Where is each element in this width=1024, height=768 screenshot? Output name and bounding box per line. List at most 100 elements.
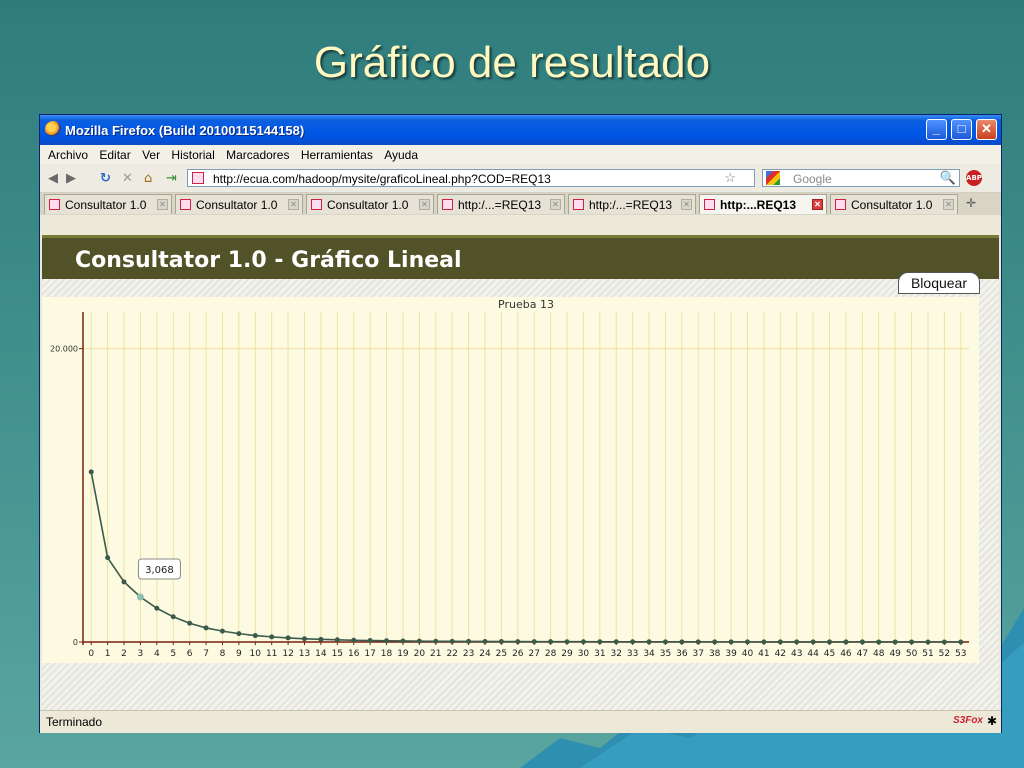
bookmark-arrow-icon[interactable]: ⇥	[166, 170, 177, 187]
menu-historial[interactable]: Historial	[171, 148, 214, 162]
data-point	[466, 638, 472, 644]
x-tick-label: 14	[315, 649, 327, 659]
data-point	[136, 593, 144, 601]
tab-list-icon[interactable]: ✛	[966, 196, 976, 210]
x-tick-label: 15	[332, 649, 343, 659]
data-point	[597, 639, 603, 645]
chart-title: Prueba 13	[498, 298, 554, 311]
data-point	[482, 638, 488, 644]
x-tick-label: 39	[725, 649, 737, 659]
home-icon[interactable]: ⌂	[144, 170, 152, 187]
adblock-icon[interactable]: ABP	[966, 170, 982, 186]
forward-arrow-icon[interactable]: ▶	[66, 170, 76, 187]
data-point	[384, 638, 390, 644]
menu-herramientas[interactable]: Herramientas	[301, 148, 373, 162]
tab-close-icon[interactable]: ✕	[943, 199, 954, 210]
x-tick-label: 6	[187, 649, 193, 659]
x-tick-label: 28	[545, 649, 557, 659]
menu-editar[interactable]: Editar	[99, 148, 130, 162]
tab-close-icon[interactable]: ✕	[419, 199, 430, 210]
tab-close-icon[interactable]: ✕	[157, 199, 168, 210]
tab-favicon-icon	[180, 199, 191, 210]
data-point	[302, 636, 307, 642]
x-tick-label: 25	[496, 649, 507, 659]
data-point	[416, 638, 422, 644]
tab-label: Consultator 1.0	[65, 198, 147, 212]
tab-4[interactable]: http:/...=REQ13 ✕	[437, 194, 565, 214]
tab-7[interactable]: Consultator 1.0 ✕	[830, 194, 958, 214]
x-tick-label: 2	[121, 649, 127, 659]
data-point	[630, 639, 636, 645]
close-button[interactable]: ✕	[976, 119, 997, 140]
tab-label: Consultator 1.0	[196, 198, 278, 212]
tab-2[interactable]: Consultator 1.0 ✕	[175, 194, 303, 214]
x-tick-label: 27	[528, 649, 539, 659]
reload-icon[interactable]: ↻	[100, 170, 111, 187]
x-tick-label: 17	[364, 649, 375, 659]
data-point	[170, 614, 176, 620]
data-point	[367, 638, 373, 644]
x-tick-label: 45	[824, 649, 835, 659]
slide-title: Gráfico de resultado	[313, 38, 711, 87]
data-point	[876, 639, 882, 645]
x-tick-label: 16	[348, 649, 360, 659]
page-content: Consultator 1.0 - Gráfico Lineal Bloquea…	[42, 235, 999, 710]
tab-close-icon[interactable]: ✕	[681, 199, 692, 210]
menu-marcadores[interactable]: Marcadores	[226, 148, 289, 162]
bug-icon[interactable]: ✱	[987, 714, 997, 728]
x-tick-label: 43	[791, 649, 802, 659]
menu-archivo[interactable]: Archivo	[48, 148, 88, 162]
stop-icon[interactable]: ✕	[122, 170, 133, 187]
x-tick-label: 48	[873, 649, 885, 659]
bookmark-star-icon[interactable]: ☆	[724, 170, 736, 186]
x-tick-label: 9	[236, 649, 242, 659]
tab-1[interactable]: Consultator 1.0 ✕	[44, 194, 172, 214]
y-tick-label: 0	[73, 638, 78, 647]
tab-5[interactable]: http:/...=REQ13 ✕	[568, 194, 696, 214]
data-point	[941, 639, 947, 645]
data-point	[351, 637, 357, 643]
url-field[interactable]: http://ecua.com/hadoop/mysite/graficoLin…	[187, 169, 755, 187]
data-point	[334, 637, 340, 643]
x-tick-label: 46	[840, 649, 852, 659]
search-field[interactable]: Google 🔍	[762, 169, 960, 187]
minimize-button[interactable]: _	[926, 119, 947, 140]
x-tick-label: 21	[430, 649, 441, 659]
tab-close-icon[interactable]: ✕	[288, 199, 299, 210]
s3fox-addon-icon[interactable]: S3Fox	[953, 715, 983, 726]
data-point	[909, 639, 915, 645]
browser-window: Mozilla Firefox (Build 20100115144158) _…	[39, 114, 1002, 733]
tab-bar: Consultator 1.0 ✕ Consultator 1.0 ✕ Consul…	[40, 193, 1001, 215]
menu-bar: Archivo Editar Ver Historial Marcadores …	[40, 145, 1001, 164]
search-icon[interactable]: 🔍	[940, 170, 956, 186]
tab-close-icon[interactable]: ✕	[550, 199, 561, 210]
data-point	[728, 639, 734, 645]
x-tick-label: 12	[282, 649, 293, 659]
x-tick-label: 50	[906, 649, 918, 659]
x-tick-label: 26	[512, 649, 524, 659]
maximize-button[interactable]: □	[951, 119, 972, 140]
data-point	[777, 639, 783, 645]
tab-6-active[interactable]: http:...REQ13 ✕	[699, 194, 827, 214]
lock-button[interactable]: Bloquear	[898, 272, 980, 294]
data-point	[252, 633, 258, 639]
data-point	[662, 639, 668, 645]
x-tick-label: 23	[463, 649, 474, 659]
menu-ayuda[interactable]: Ayuda	[384, 148, 418, 162]
data-point	[203, 625, 209, 631]
search-placeholder: Google	[793, 172, 832, 186]
data-point	[646, 639, 652, 645]
x-tick-label: 47	[857, 649, 868, 659]
back-arrow-icon[interactable]: ◀	[48, 170, 58, 187]
tab-3[interactable]: Consultator 1.0 ✕	[306, 194, 434, 214]
x-tick-label: 11	[266, 649, 277, 659]
tab-close-icon[interactable]: ✕	[812, 199, 823, 210]
x-tick-label: 36	[676, 649, 688, 659]
tab-favicon-icon	[311, 199, 322, 210]
chart-container: Prueba 13 0 20.000 0 1 2 3 4 5 6 7 8 9 10 11 12 13 14 15 16…	[42, 297, 979, 663]
data-point	[515, 639, 521, 645]
tab-label: Consultator 1.0	[327, 198, 409, 212]
menu-ver[interactable]: Ver	[142, 148, 160, 162]
status-bar: Terminado S3Fox ✱	[40, 710, 1001, 733]
data-point	[187, 620, 193, 626]
